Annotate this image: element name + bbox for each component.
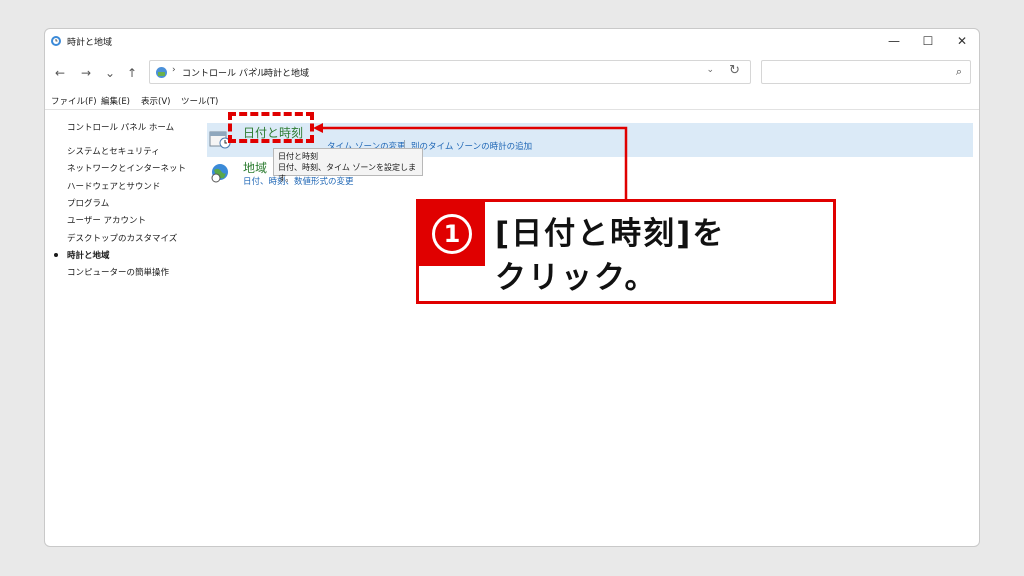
title-bar: 時計と地域 — ☐ ✕ [45,29,979,53]
clock-globe-icon [51,36,61,46]
breadcrumb-separator: › [254,65,258,75]
region-category-title[interactable]: 地域 [243,159,267,176]
menu-bar: ファイル(F) 編集(E) 表示(V) ツール(T) [45,93,979,110]
window-title: 時計と地域 [67,38,113,48]
sidebar-item-programs[interactable]: プログラム [67,197,109,209]
sidebar-item-hardware[interactable]: ハードウェアとサウンド [67,180,160,192]
sidebar-item-ease-of-access[interactable]: コンピューターの簡単操作 [67,266,169,278]
sidebar-item-user-accounts[interactable]: ユーザー アカウント [67,214,146,226]
sidebar-item-system-security[interactable]: システムとセキュリティ [67,145,160,157]
menu-tools[interactable]: ツール(T) [181,95,218,107]
highlight-dashed-box [228,112,314,143]
add-clock-link[interactable]: 別のタイム ゾーンの時計の追加 [411,140,532,152]
minimize-button[interactable]: — [877,29,911,53]
up-button[interactable]: ↑ [123,65,141,81]
address-dropdown-icon[interactable]: ⌄ [706,65,714,75]
active-bullet-icon [54,253,58,257]
refresh-icon[interactable]: ↻ [729,63,740,78]
tooltip-description: 日付、時刻、タイム ゾーンを設定します。 [278,163,416,183]
sidebar-item-appearance[interactable]: デスクトップのカスタマイズ [67,232,177,244]
navigation-bar: ← → ⌄ ↑ › コントロール パネル › 時計と地域 ⌄ ↻ ⌕ [45,59,979,87]
control-panel-icon [156,67,167,78]
breadcrumb-clock-region[interactable]: 時計と地域 [264,66,309,79]
recent-locations-button[interactable]: ⌄ [101,65,119,81]
maximize-button[interactable]: ☐ [911,29,945,53]
globe-clock-icon [211,164,228,183]
step-number: 1 [432,214,472,254]
menu-view[interactable]: 表示(V) [141,95,170,107]
address-bar[interactable]: › コントロール パネル › 時計と地域 ⌄ ↻ [149,60,751,84]
datetime-tooltip: 日付と時刻 日付、時刻、タイム ゾーンを設定します。 [273,148,423,183]
search-input[interactable]: ⌕ [761,60,971,84]
menu-edit[interactable]: 編集(E) [101,95,130,107]
sidebar-home-link[interactable]: コントロール パネル ホーム [67,121,174,133]
search-icon: ⌕ [955,65,962,78]
back-button[interactable]: ← [51,65,69,81]
tooltip-title: 日付と時刻 [278,152,318,161]
callout-line-1: [日付と時刻]を [495,216,726,252]
callout-line-2: クリック。 [495,260,658,296]
menu-file[interactable]: ファイル(F) [51,95,97,107]
forward-button[interactable]: → [77,65,95,81]
breadcrumb-separator: › [172,65,176,75]
sidebar-item-clock-region[interactable]: 時計と地域 [67,249,110,261]
close-button[interactable]: ✕ [945,29,979,53]
sidebar-item-network[interactable]: ネットワークとインターネット [67,162,186,174]
step-badge: 1 [419,202,485,266]
instruction-callout: 1 [日付と時刻]を クリック。 [416,199,836,304]
